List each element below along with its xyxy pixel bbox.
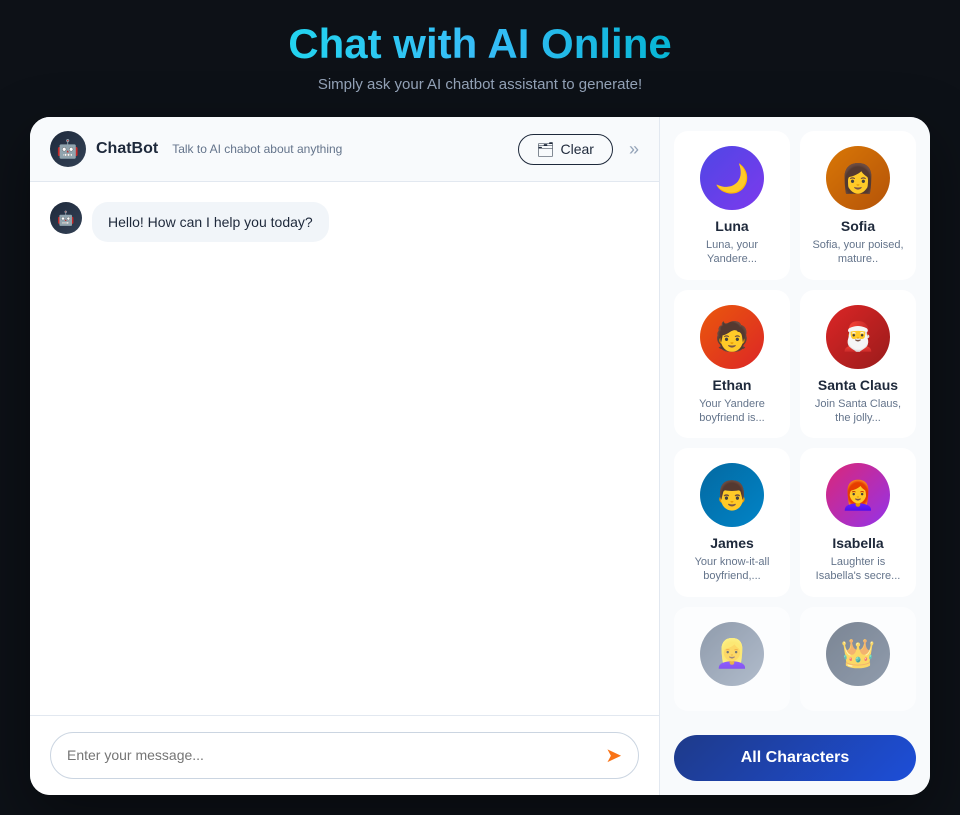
expand-button[interactable]: » [629, 139, 639, 160]
clear-label: Clear [561, 141, 594, 157]
character-card-sofia[interactable]: 👩 Sofia Sofia, your poised, mature.. [800, 131, 916, 280]
character-name-james: James [710, 535, 754, 551]
character-desc-sofia: Sofia, your poised, mature.. [811, 238, 905, 267]
character-avatar-isabella: 👩‍🦰 [826, 463, 890, 527]
character-card-james[interactable]: 👨 James Your know-it-all boyfriend,... [674, 448, 790, 597]
character-desc-isabella: Laughter is Isabella's secre... [811, 555, 905, 584]
page-title: Chat with AI Online [288, 20, 671, 68]
chat-header-left: 🤖 ChatBot Talk to AI chabot about anythi… [50, 131, 342, 167]
bot-avatar: 🤖 [50, 131, 86, 167]
chat-input-wrapper: ➤ [50, 732, 639, 779]
send-icon: ➤ [605, 745, 622, 767]
character-avatar-char7: 👱‍♀️ [700, 622, 764, 686]
clear-icon: 🗂 [537, 141, 555, 158]
expand-icon: » [629, 139, 639, 159]
chat-header: 🤖 ChatBot Talk to AI chabot about anythi… [30, 117, 659, 182]
character-card-santa[interactable]: 🎅 Santa Claus Join Santa Claus, the joll… [800, 290, 916, 439]
character-card-char7[interactable]: 👱‍♀️ [674, 607, 790, 711]
character-avatar-james: 👨 [700, 463, 764, 527]
message-bubble: Hello! How can I help you today? [92, 202, 329, 242]
message-row: 🤖 Hello! How can I help you today? [50, 202, 639, 242]
character-card-luna[interactable]: 🌙 Luna Luna, your Yandere... [674, 131, 790, 280]
character-desc-ethan: Your Yandere boyfriend is... [685, 397, 779, 426]
character-avatar-luna: 🌙 [700, 146, 764, 210]
character-card-char8[interactable]: 👑 [800, 607, 916, 711]
message-input[interactable] [67, 747, 595, 763]
bot-subtitle: Talk to AI chabot about anything [172, 142, 342, 156]
character-name-sofia: Sofia [841, 218, 875, 234]
character-name-ethan: Ethan [713, 377, 752, 393]
character-avatar-ethan: 🧑 [700, 305, 764, 369]
clear-button[interactable]: 🗂 Clear [518, 134, 613, 165]
character-desc-santa: Join Santa Claus, the jolly... [811, 397, 905, 426]
message-text: Hello! How can I help you today? [108, 214, 313, 230]
characters-grid: 🌙 Luna Luna, your Yandere... 👩 Sofia Sof… [660, 117, 930, 725]
chat-input-area: ➤ [30, 715, 659, 795]
page-header: Chat with AI Online Simply ask your AI c… [288, 20, 671, 93]
main-container: 🤖 ChatBot Talk to AI chabot about anythi… [30, 117, 930, 795]
character-card-isabella[interactable]: 👩‍🦰 Isabella Laughter is Isabella's secr… [800, 448, 916, 597]
chat-panel: 🤖 ChatBot Talk to AI chabot about anythi… [30, 117, 660, 795]
bot-name: ChatBot [96, 140, 158, 158]
character-name-isabella: Isabella [832, 535, 883, 551]
character-avatar-char8: 👑 [826, 622, 890, 686]
characters-panel: 🌙 Luna Luna, your Yandere... 👩 Sofia Sof… [660, 117, 930, 795]
chat-messages: 🤖 Hello! How can I help you today? [30, 182, 659, 715]
all-characters-button[interactable]: All Characters [674, 735, 916, 781]
character-avatar-santa: 🎅 [826, 305, 890, 369]
character-desc-james: Your know-it-all boyfriend,... [685, 555, 779, 584]
message-bot-avatar: 🤖 [50, 202, 82, 234]
character-card-ethan[interactable]: 🧑 Ethan Your Yandere boyfriend is... [674, 290, 790, 439]
character-avatar-sofia: 👩 [826, 146, 890, 210]
character-name-santa: Santa Claus [818, 377, 898, 393]
character-name-luna: Luna [715, 218, 748, 234]
send-button[interactable]: ➤ [605, 743, 622, 768]
page-subtitle: Simply ask your AI chatbot assistant to … [288, 76, 671, 93]
character-desc-luna: Luna, your Yandere... [685, 238, 779, 267]
